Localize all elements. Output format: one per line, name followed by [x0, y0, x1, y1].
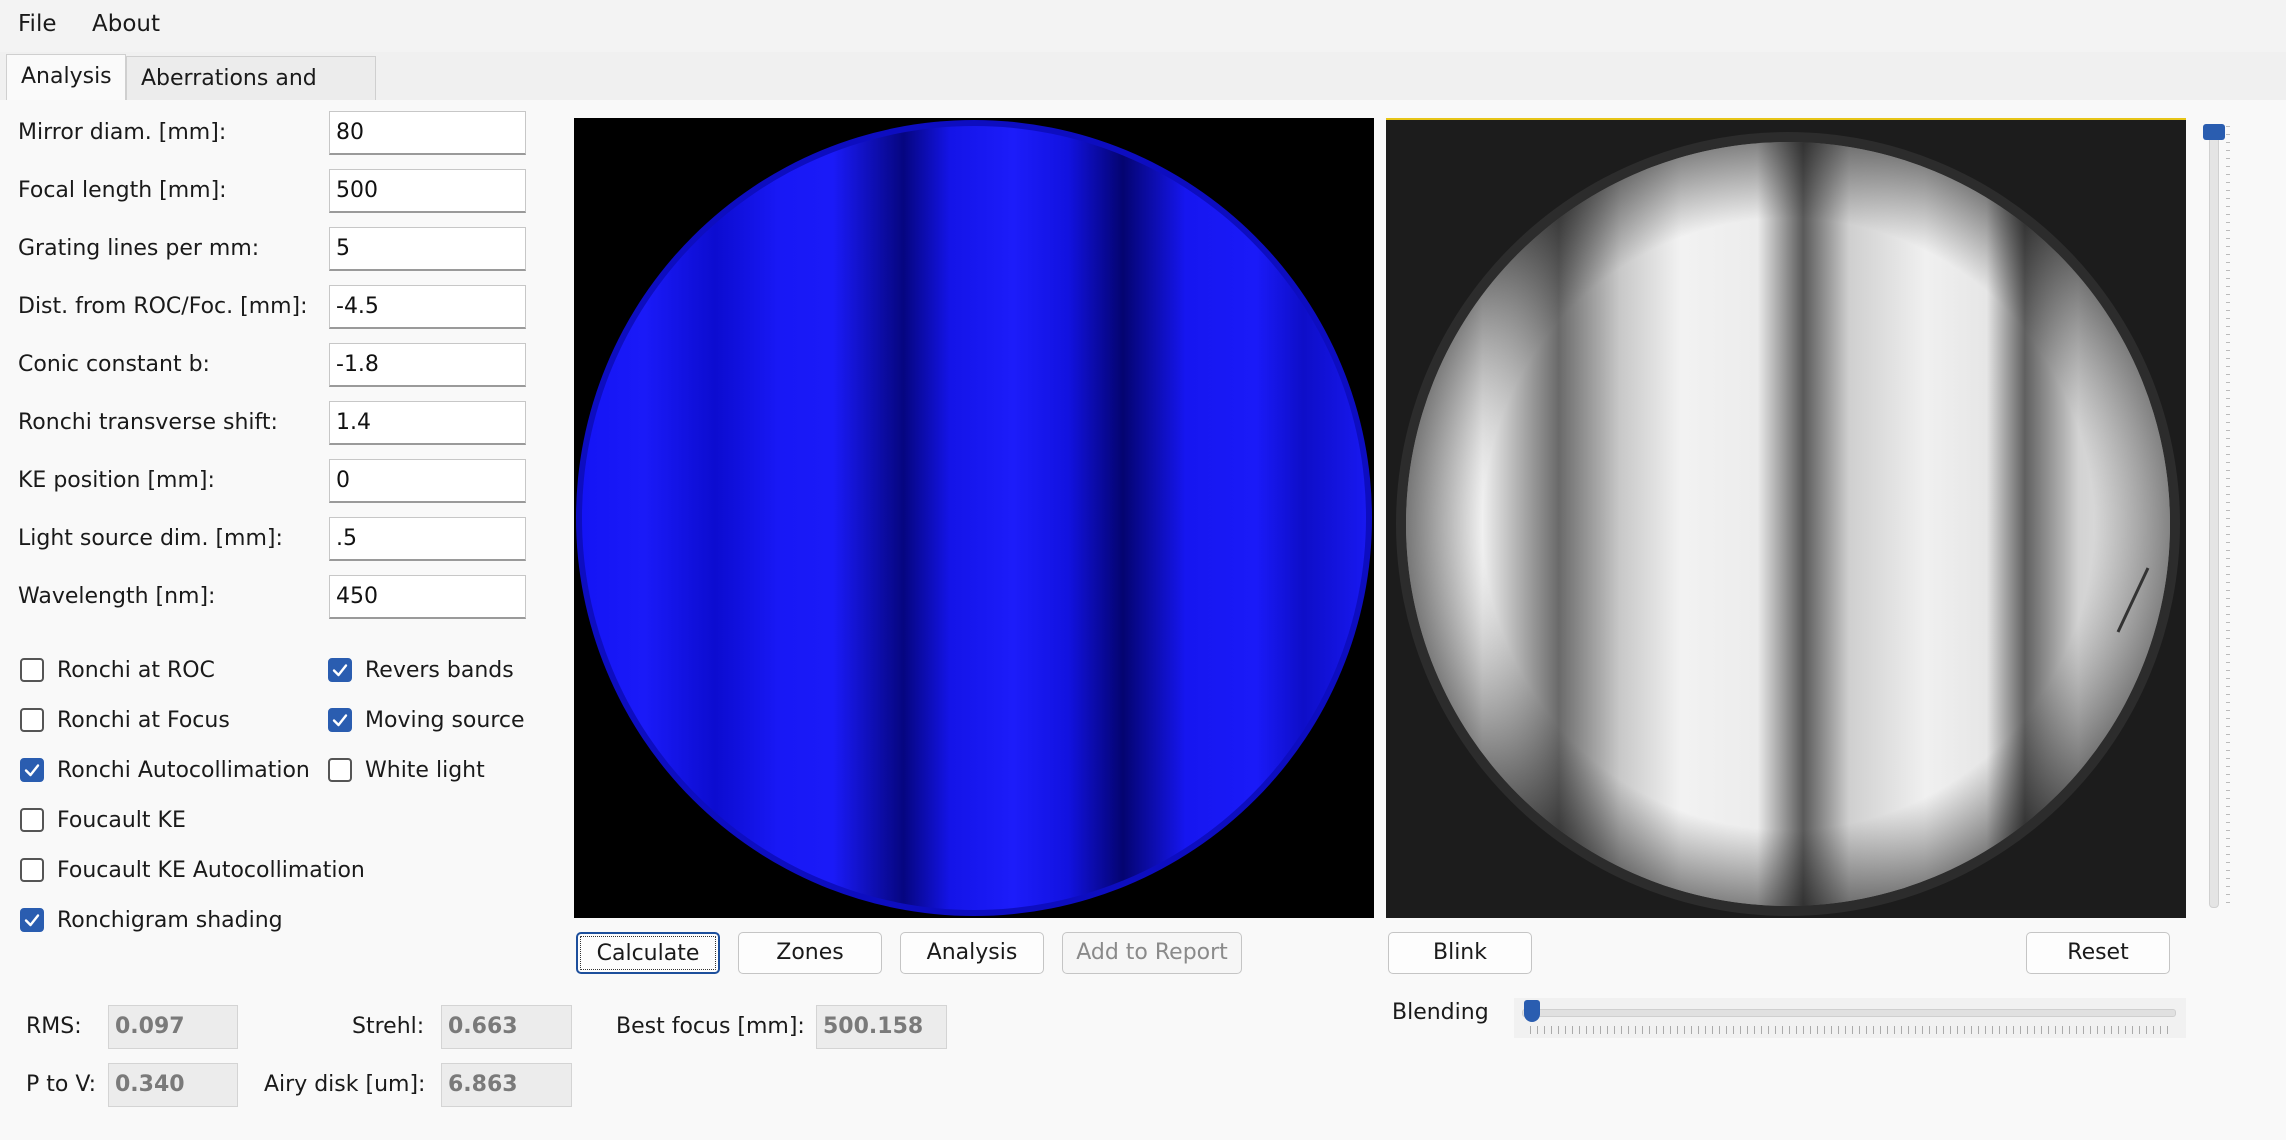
checkbox-label: Ronchi at ROC — [57, 657, 215, 683]
checkbox-box[interactable] — [20, 758, 44, 782]
checkbox-box[interactable] — [20, 808, 44, 832]
checkbox-box[interactable] — [328, 758, 352, 782]
checkbox-box[interactable] — [20, 908, 44, 932]
light-source-input[interactable] — [329, 517, 526, 561]
reset-button[interactable]: Reset — [2026, 932, 2170, 974]
check-icon — [24, 914, 40, 927]
white-light-checkbox[interactable]: White light — [328, 754, 485, 786]
p-to-v-value: 0.340 — [108, 1063, 238, 1107]
focal-length-label: Focal length [mm]: — [18, 178, 227, 203]
focal-length-input[interactable] — [329, 169, 526, 213]
strehl-label: Strehl: — [352, 1014, 425, 1039]
ronchigram-image — [576, 120, 1372, 916]
ronchi-autocollimation-checkbox[interactable]: Ronchi Autocollimation — [20, 754, 310, 786]
wavelength-input[interactable] — [329, 575, 526, 619]
blending-label: Blending — [1392, 1000, 1489, 1025]
airy-disk-value: 6.863 — [441, 1063, 572, 1107]
menu-file[interactable]: File — [12, 0, 63, 48]
best-focus-value: 500.158 — [816, 1005, 947, 1049]
menu-bar: File About — [0, 0, 2286, 48]
tab-aberrations-and-zones[interactable]: Aberrations and Zones — [126, 56, 376, 135]
p-to-v-label: P to V: — [26, 1072, 97, 1097]
checkbox-label: Moving source — [365, 707, 525, 733]
check-icon — [332, 664, 348, 677]
vertical-slider-ticks — [2226, 126, 2230, 906]
checkbox-label: Revers bands — [365, 657, 514, 683]
ronchi-shift-label: Ronchi transverse shift: — [18, 410, 278, 435]
checkbox-box[interactable] — [328, 708, 352, 732]
checkbox-box[interactable] — [20, 658, 44, 682]
tab-analysis[interactable]: Analysis — [6, 54, 126, 102]
ronchi-at-focus-checkbox[interactable]: Ronchi at Focus — [20, 704, 230, 736]
moving-source-checkbox[interactable]: Moving source — [328, 704, 525, 736]
mirror-photo-image — [1386, 120, 2186, 918]
checkbox-label: Ronchigram shading — [57, 907, 283, 933]
calculate-button[interactable]: Calculate — [576, 932, 720, 974]
mirror-photo — [1386, 118, 2186, 918]
add-to-report-button[interactable]: Add to Report — [1062, 932, 1242, 974]
checkbox-label: Ronchi at Focus — [57, 707, 230, 733]
light-source-label: Light source dim. [mm]: — [18, 526, 283, 551]
ronchi-at-roc-checkbox[interactable]: Ronchi at ROC — [20, 654, 215, 686]
blending-slider-ticks — [1530, 1026, 2174, 1034]
blending-slider-track[interactable] — [1522, 1009, 2176, 1017]
ronchigram-bands — [582, 126, 1366, 910]
menu-about[interactable]: About — [86, 0, 166, 48]
checkbox-label: Ronchi Autocollimation — [57, 757, 310, 783]
check-icon — [332, 714, 348, 727]
checkbox-label: Foucault KE Autocollimation — [57, 857, 365, 883]
ronchi-shift-input[interactable] — [329, 401, 526, 445]
grating-lines-input[interactable] — [329, 227, 526, 271]
foucault-ke-autocollimation-checkbox[interactable]: Foucault KE Autocollimation — [20, 854, 365, 886]
blink-button[interactable]: Blink — [1388, 932, 1532, 974]
vertical-slider-track[interactable] — [2209, 126, 2219, 908]
dist-from-roc-label: Dist. from ROC/Foc. [mm]: — [18, 294, 308, 319]
conic-constant-label: Conic constant b: — [18, 352, 210, 377]
wavelength-label: Wavelength [nm]: — [18, 584, 216, 609]
checkbox-box[interactable] — [20, 708, 44, 732]
analysis-button[interactable]: Analysis — [900, 932, 1044, 974]
mirror-diam-input[interactable] — [329, 111, 526, 155]
tab-bar: Analysis Aberrations and Zones — [0, 52, 2286, 135]
checkbox-label: Foucault KE — [57, 807, 186, 833]
mirror-diam-label: Mirror diam. [mm]: — [18, 120, 227, 145]
checkbox-box[interactable] — [20, 858, 44, 882]
dist-from-roc-input[interactable] — [329, 285, 526, 329]
checkbox-label: White light — [365, 757, 485, 783]
zones-button[interactable]: Zones — [738, 932, 882, 974]
foucault-ke-checkbox[interactable]: Foucault KE — [20, 804, 186, 836]
blending-slider-thumb[interactable] — [1524, 1000, 1540, 1022]
checkbox-box[interactable] — [328, 658, 352, 682]
rms-value: 0.097 — [108, 1005, 238, 1049]
grating-lines-label: Grating lines per mm: — [18, 236, 260, 261]
conic-constant-input[interactable] — [329, 343, 526, 387]
strehl-value: 0.663 — [441, 1005, 572, 1049]
simulated-ronchigram — [574, 118, 1374, 918]
airy-disk-label: Airy disk [um]: — [264, 1072, 426, 1097]
vertical-slider-thumb[interactable] — [2203, 124, 2225, 140]
best-focus-label: Best focus [mm]: — [616, 1014, 805, 1039]
check-icon — [24, 764, 40, 777]
rms-label: RMS: — [26, 1014, 82, 1039]
ke-position-input[interactable] — [329, 459, 526, 503]
ke-position-label: KE position [mm]: — [18, 468, 215, 493]
ronchigram-shading-checkbox[interactable]: Ronchigram shading — [20, 904, 283, 936]
revers-bands-checkbox[interactable]: Revers bands — [328, 654, 514, 686]
